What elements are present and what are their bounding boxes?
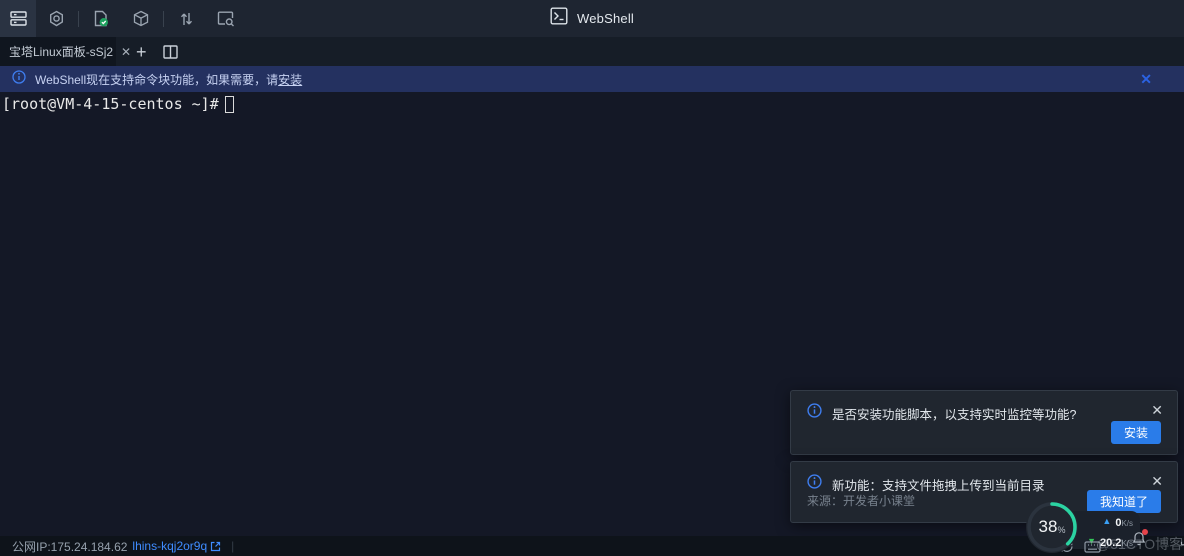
toast-close-icon[interactable]: ✕ — [1151, 403, 1163, 417]
tab-close-icon[interactable]: ✕ — [121, 46, 131, 58]
upload-unit: K/s — [1121, 519, 1133, 528]
webshell-app: WebShell 宝塔Linux面板-sSj2 ✕ + WebShell现在支持… — [0, 0, 1184, 556]
toast-close-icon[interactable]: ✕ — [1151, 474, 1163, 488]
topbar-title-group: WebShell — [550, 0, 634, 37]
tab-label: 宝塔Linux面板-sSj2 — [9, 43, 113, 60]
split-view-button[interactable] — [163, 45, 178, 59]
watermark: @51CTO博客 — [1096, 534, 1183, 554]
statusbar-divider: | — [231, 539, 234, 553]
got-it-button[interactable]: 我知道了 — [1087, 490, 1161, 513]
banner-install-link[interactable]: 安装 — [278, 73, 302, 87]
new-tab-button[interactable]: + — [136, 43, 147, 61]
terminal-prompt-line: [root@VM-4-15-centos ~]# — [2, 95, 1182, 113]
package-button[interactable] — [121, 0, 161, 37]
gauge-label: 38 % — [1024, 499, 1080, 555]
server-list-button[interactable] — [0, 0, 36, 37]
download-button[interactable] — [1180, 532, 1184, 549]
file-check-button[interactable] — [81, 0, 121, 37]
public-ip-label: 公网IP:175.24.184.62 — [12, 538, 127, 555]
info-icon — [12, 70, 26, 89]
gauge-percent-sign: % — [1057, 525, 1065, 535]
info-icon — [807, 474, 822, 494]
settings-gear-icon — [48, 10, 65, 27]
sort-button[interactable] — [166, 0, 206, 37]
tabbar: 宝塔Linux面板-sSj2 ✕ + — [0, 37, 1184, 66]
terminal-icon — [550, 7, 568, 30]
settings-button[interactable] — [36, 0, 76, 37]
topbar: WebShell — [0, 0, 1184, 37]
terminal-prompt: [root@VM-4-15-centos ~]# — [2, 95, 219, 113]
toolbar-divider — [163, 11, 164, 27]
terminal-cursor — [225, 96, 234, 113]
info-icon — [807, 403, 822, 423]
download-icon — [1180, 532, 1184, 546]
topbar-toolbar — [0, 0, 246, 37]
notification-badge — [1142, 529, 1148, 535]
statusbar: 公网IP:175.24.184.62 lhins-kqj2or9q | — [0, 536, 1184, 556]
window-search-icon — [217, 11, 235, 27]
file-check-icon — [92, 10, 110, 28]
toast-source-label: 来源：开发者小课堂 — [807, 492, 915, 509]
gauge-percent-value: 38 — [1039, 517, 1058, 537]
server-list-icon — [10, 11, 27, 26]
toast-header: 是否安装功能脚本，以支持实时监控等功能? ✕ — [791, 391, 1177, 423]
page-title: WebShell — [577, 11, 634, 26]
instance-link[interactable]: lhins-kqj2or9q — [132, 539, 221, 553]
sort-arrows-icon — [179, 11, 194, 27]
install-button[interactable]: 安装 — [1111, 421, 1161, 444]
info-banner: WebShell现在支持命令块功能，如果需要，请安装 ✕ — [0, 66, 1184, 92]
package-box-icon — [133, 10, 149, 27]
toast-message: 是否安装功能脚本，以支持实时监控等功能? — [832, 404, 1076, 423]
notification-bell-button[interactable] — [1132, 531, 1146, 549]
banner-message: WebShell现在支持命令块功能，如果需要，请安装 — [35, 71, 302, 88]
banner-close-icon[interactable]: ✕ — [1140, 72, 1152, 86]
split-columns-icon — [163, 45, 178, 59]
external-link-icon — [210, 541, 221, 552]
tab-bt-panel[interactable]: 宝塔Linux面板-sSj2 ✕ — [0, 37, 116, 66]
toast-install-script: 是否安装功能脚本，以支持实时监控等功能? ✕ 安装 — [790, 390, 1178, 455]
window-search-button[interactable] — [206, 0, 246, 37]
resource-gauge[interactable]: 38 % — [1024, 499, 1080, 555]
upload-arrow-icon: ▲ — [1102, 516, 1111, 527]
toolbar-divider — [78, 11, 79, 27]
